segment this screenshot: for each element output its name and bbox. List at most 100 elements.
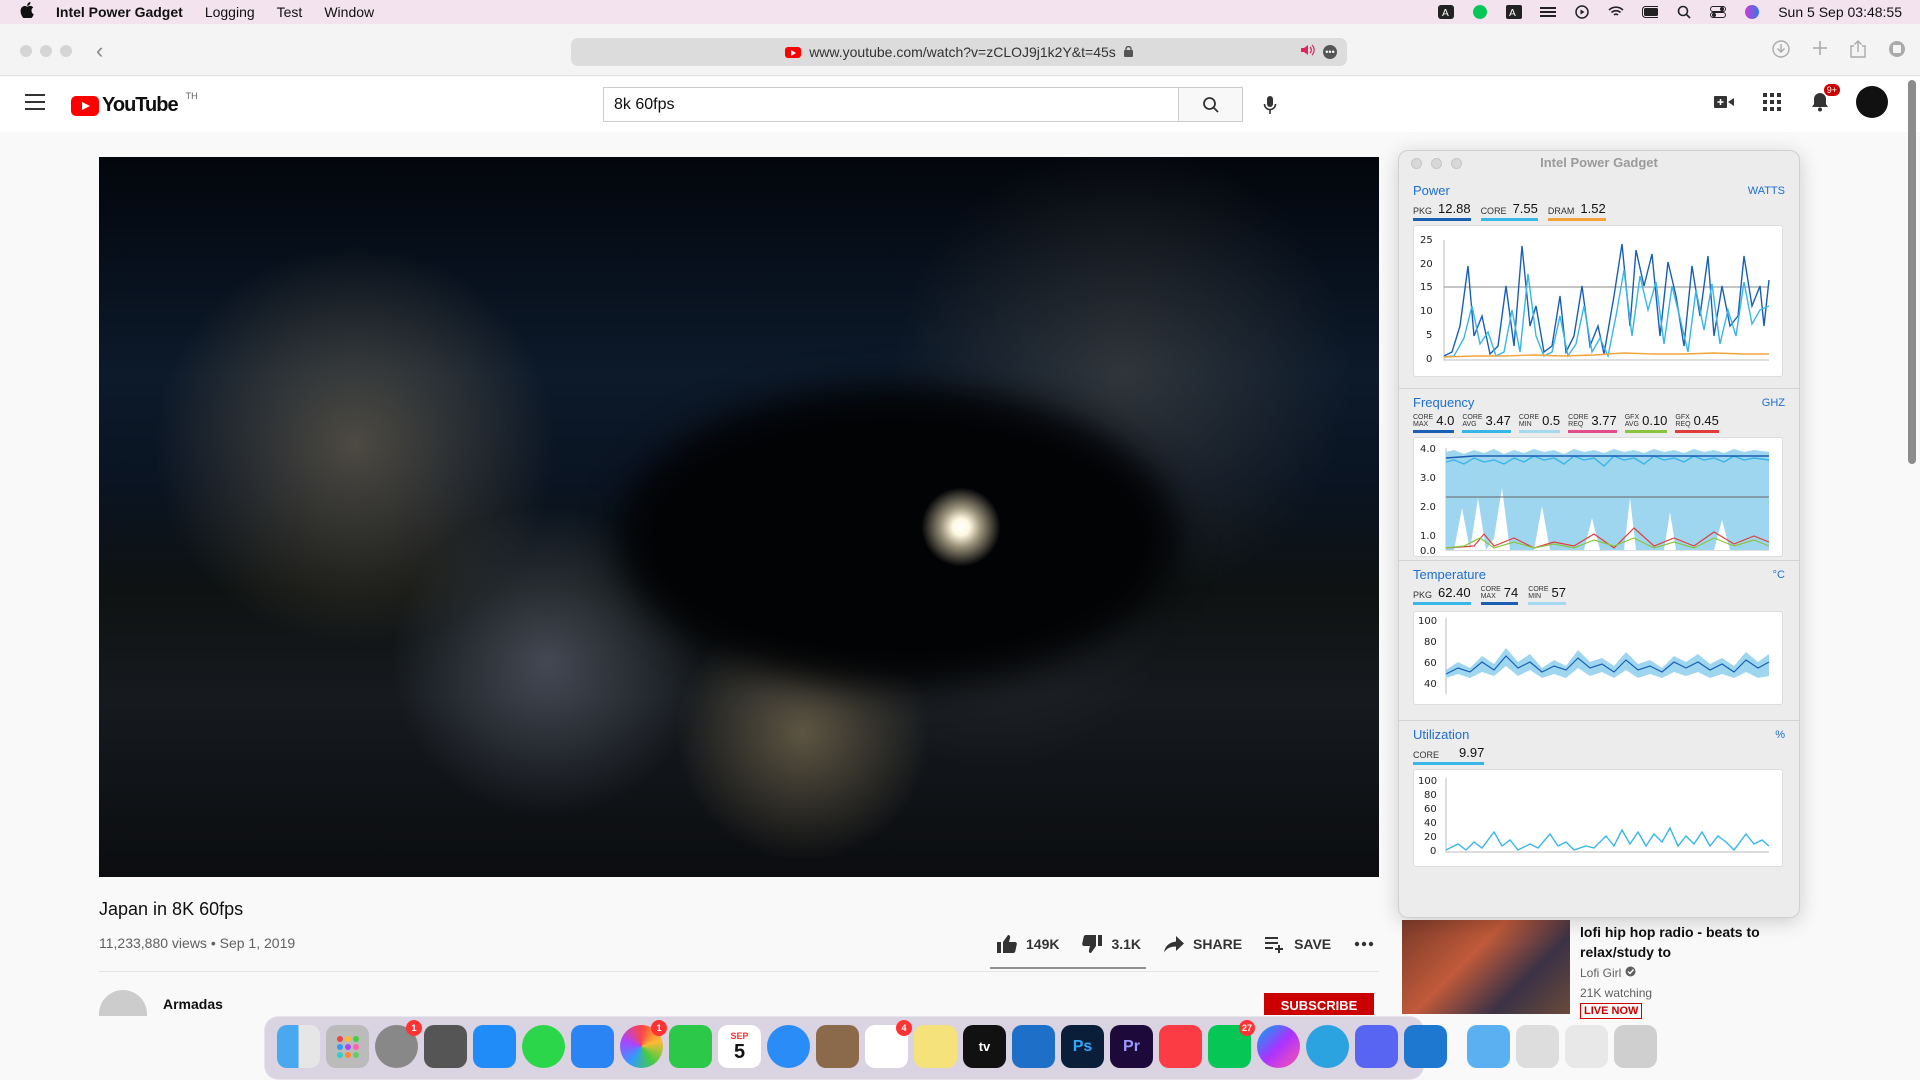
downloads-stack-icon[interactable] bbox=[1516, 1025, 1559, 1068]
core-label: CORE bbox=[1480, 206, 1507, 216]
line-icon[interactable]: 27 bbox=[1208, 1020, 1255, 1068]
menu-logging[interactable]: Logging bbox=[205, 4, 255, 20]
notes-icon[interactable] bbox=[914, 1025, 957, 1068]
safari-icon[interactable] bbox=[767, 1025, 810, 1068]
share-icon[interactable] bbox=[1850, 40, 1866, 63]
core-req-label: CORE REQ bbox=[1568, 414, 1589, 428]
youtube-logo[interactable]: YouTube TH bbox=[71, 91, 198, 117]
reminders-icon[interactable]: 4 bbox=[865, 1020, 912, 1068]
menu-test[interactable]: Test bbox=[277, 4, 303, 20]
core-min-label: CORE MIN bbox=[1518, 414, 1540, 428]
contacts-icon[interactable] bbox=[816, 1025, 859, 1068]
more-icon[interactable]: ••• bbox=[1323, 45, 1337, 59]
utilization-tick: 60 bbox=[1424, 804, 1437, 815]
recommended-title[interactable]: lofi hip hop radio - beats to relax/stud… bbox=[1580, 922, 1780, 962]
discord-icon[interactable] bbox=[1355, 1025, 1398, 1068]
messages-icon[interactable] bbox=[522, 1025, 565, 1068]
new-tab-icon[interactable] bbox=[1812, 40, 1828, 63]
utilization-tick: 20 bbox=[1424, 832, 1437, 843]
speaker-icon[interactable] bbox=[1301, 44, 1315, 59]
core-utilization-value: 9.97 bbox=[1459, 745, 1485, 760]
vscode-icon[interactable] bbox=[1012, 1025, 1055, 1068]
page-scrollbar[interactable] bbox=[1908, 80, 1916, 464]
address-url: www.youtube.com/watch?v=zCLOJ9j1k2Y&t=45… bbox=[809, 44, 1116, 60]
core-avg-freq-value: 3.47 bbox=[1485, 413, 1511, 428]
intel-power-gadget-icon[interactable] bbox=[1404, 1025, 1447, 1068]
trash-icon[interactable] bbox=[1614, 1025, 1657, 1068]
channel-name[interactable]: Armadas bbox=[163, 996, 223, 1012]
recommended-thumbnail[interactable] bbox=[1402, 920, 1570, 1014]
finder-icon[interactable] bbox=[277, 1025, 320, 1068]
control-center-icon[interactable] bbox=[1710, 5, 1727, 19]
mail-icon[interactable] bbox=[571, 1025, 614, 1068]
launchpad-icon[interactable] bbox=[326, 1025, 369, 1068]
calendar-month: SEP bbox=[730, 1030, 749, 1041]
verified-icon bbox=[1625, 966, 1636, 980]
channel-avatar[interactable] bbox=[99, 990, 147, 1016]
create-video-icon[interactable] bbox=[1712, 90, 1736, 114]
sliders-icon[interactable] bbox=[1540, 5, 1557, 19]
folder-icon[interactable] bbox=[1467, 1025, 1510, 1068]
share-button[interactable]: SHARE bbox=[1163, 934, 1242, 954]
facetime-icon[interactable] bbox=[669, 1025, 712, 1068]
premiere-icon[interactable]: Pr bbox=[1110, 1025, 1153, 1068]
pkg-temp-stat: PKG 62.40 bbox=[1413, 585, 1471, 605]
dislike-button[interactable]: 3.1K bbox=[1081, 934, 1141, 954]
screenshots-stack-icon[interactable] bbox=[1565, 1025, 1608, 1068]
subscribe-button[interactable]: SUBSCRIBE bbox=[1264, 993, 1374, 1015]
window-close-button[interactable] bbox=[20, 45, 32, 57]
power-heading: Power bbox=[1413, 183, 1450, 198]
recommended-channel[interactable]: Lofi Girl bbox=[1580, 966, 1636, 980]
status-a-icon[interactable]: A bbox=[1438, 5, 1455, 19]
pkg-label: PKG bbox=[1413, 206, 1433, 216]
window-zoom-button[interactable] bbox=[60, 45, 72, 57]
calculator-icon[interactable] bbox=[424, 1025, 467, 1068]
more-actions-button[interactable] bbox=[1353, 934, 1375, 954]
tab-overview-icon[interactable] bbox=[1888, 40, 1906, 63]
dram-power-value: 1.52 bbox=[1580, 201, 1606, 216]
wifi-icon[interactable] bbox=[1608, 5, 1624, 19]
like-button[interactable]: 149K bbox=[996, 934, 1059, 954]
power-graph: 25 20 15 10 5 0 bbox=[1413, 225, 1783, 377]
avatar[interactable] bbox=[1856, 86, 1888, 118]
voice-search-button[interactable] bbox=[1256, 91, 1284, 119]
search-button[interactable] bbox=[1179, 87, 1243, 122]
search-input[interactable]: 8k 60fps bbox=[603, 87, 1179, 122]
photos-icon[interactable]: 1 bbox=[620, 1020, 667, 1068]
music-icon[interactable] bbox=[1159, 1025, 1202, 1068]
video-frame-firework bbox=[921, 487, 1001, 567]
apps-grid-icon[interactable] bbox=[1760, 90, 1784, 114]
calendar-icon[interactable]: SEP 5 bbox=[718, 1025, 761, 1068]
window-minimize-button[interactable] bbox=[40, 45, 52, 57]
line-status-icon[interactable] bbox=[1472, 5, 1488, 19]
spotlight-search-icon[interactable] bbox=[1676, 5, 1692, 19]
photoshop-icon[interactable]: Ps bbox=[1061, 1025, 1104, 1068]
siri-icon[interactable] bbox=[1744, 5, 1760, 19]
temperature-tick: 60 bbox=[1424, 658, 1437, 669]
more-horizontal-icon bbox=[1353, 934, 1375, 954]
input-source-icon[interactable]: A bbox=[1506, 5, 1523, 19]
app-store-icon[interactable] bbox=[473, 1025, 516, 1068]
download-icon[interactable] bbox=[1772, 40, 1790, 63]
save-button[interactable]: SAVE bbox=[1264, 934, 1331, 954]
back-arrow-icon[interactable]: ‹ bbox=[96, 38, 103, 64]
apple-icon[interactable] bbox=[20, 1, 36, 23]
menu-icon[interactable] bbox=[25, 94, 45, 110]
battery-icon[interactable] bbox=[1642, 5, 1659, 19]
messenger-icon[interactable] bbox=[1257, 1025, 1300, 1068]
address-bar[interactable]: www.youtube.com/watch?v=zCLOJ9j1k2Y&t=45… bbox=[571, 38, 1347, 66]
app-menu[interactable]: Intel Power Gadget bbox=[56, 4, 183, 20]
apple-tv-icon[interactable]: tv bbox=[963, 1025, 1006, 1068]
system-preferences-icon[interactable]: 1 bbox=[375, 1020, 422, 1068]
play-circle-icon[interactable] bbox=[1574, 5, 1590, 19]
core-power-value: 7.55 bbox=[1512, 201, 1538, 216]
power-tick: 25 bbox=[1420, 235, 1433, 246]
video-player[interactable] bbox=[99, 157, 1379, 877]
browser-toolbar: ‹ www.youtube.com/watch?v=zCLOJ9j1k2Y&t=… bbox=[0, 24, 1920, 76]
frequency-tick: 1.0 bbox=[1420, 531, 1436, 542]
notifications-bell-icon[interactable]: 9+ bbox=[1808, 84, 1840, 114]
clock[interactable]: Sun 5 Sep 03:48:55 bbox=[1778, 4, 1902, 20]
telegram-icon[interactable] bbox=[1306, 1025, 1349, 1068]
menu-window[interactable]: Window bbox=[324, 4, 374, 20]
temperature-section: Temperature °C PKG 62.40 CORE MAX 74 CORE MI… bbox=[1399, 563, 1799, 721]
